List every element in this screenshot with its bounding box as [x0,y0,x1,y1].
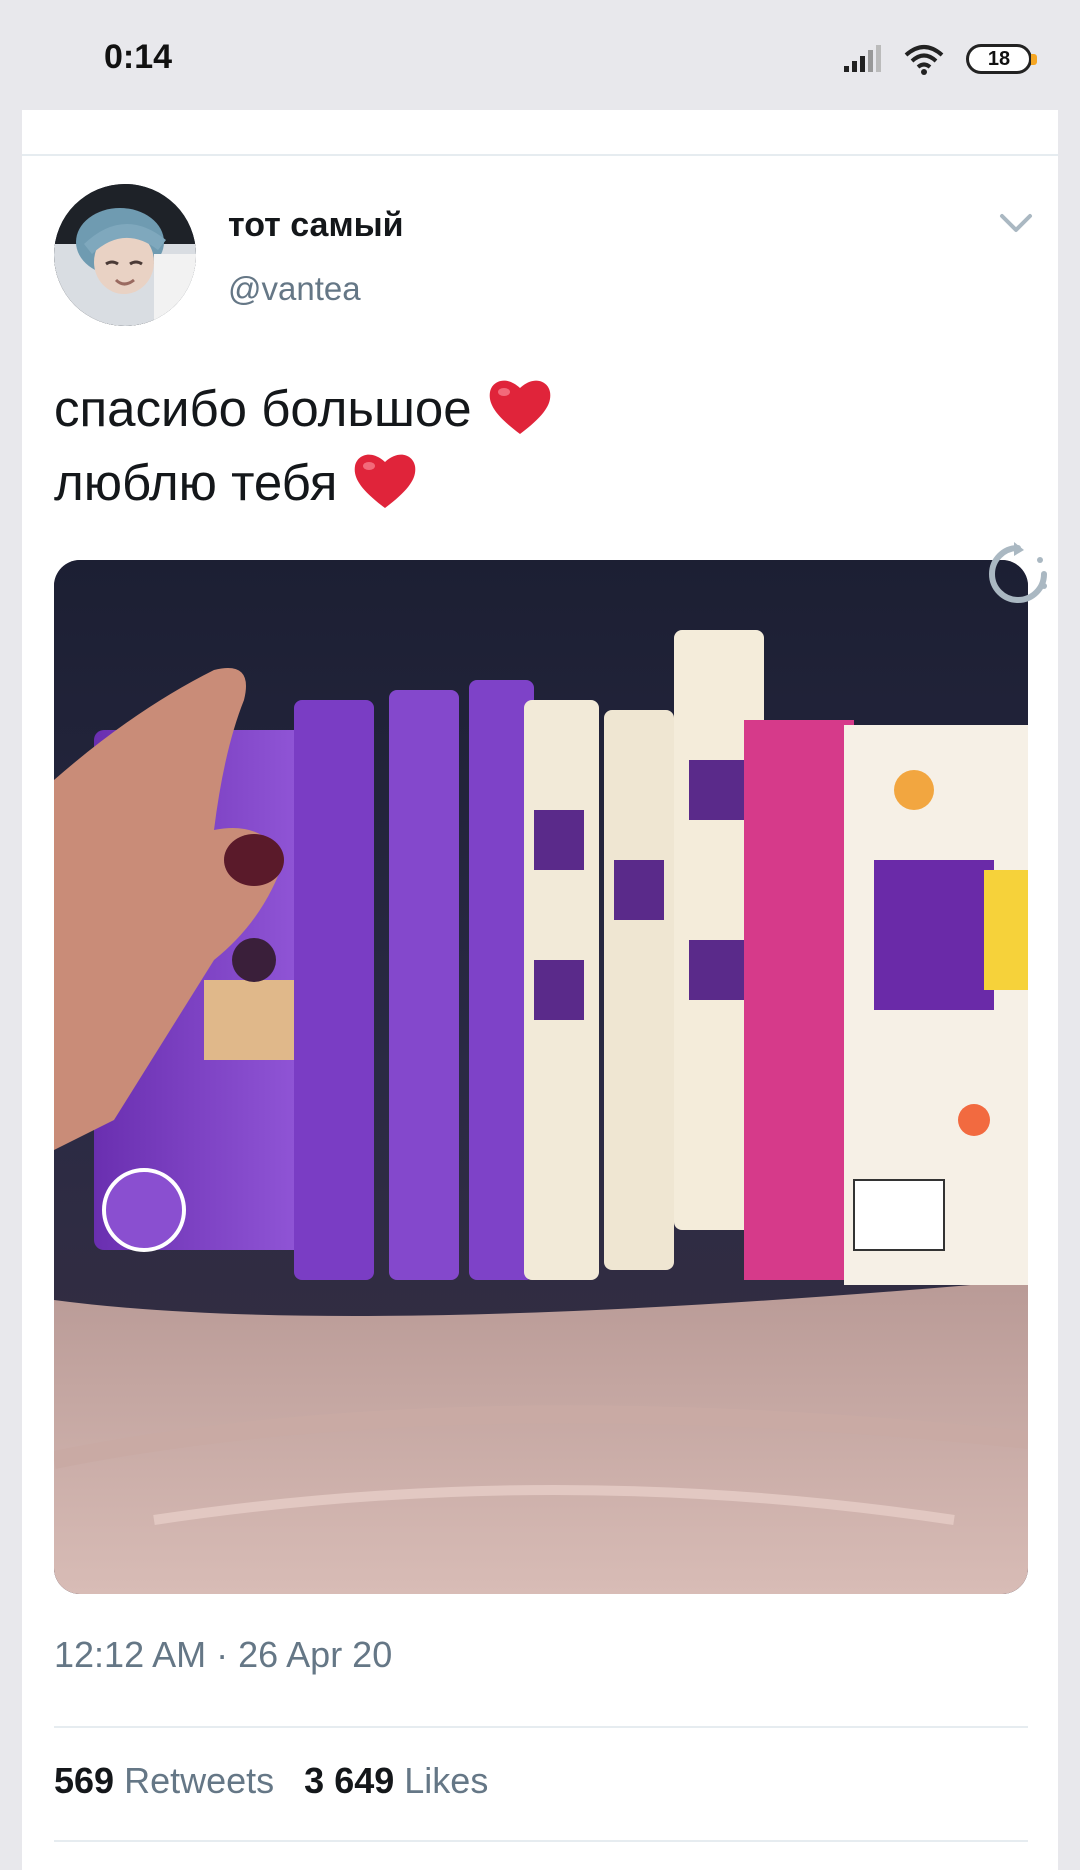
chocolate-bars-photo [54,560,1028,1594]
divider [54,1726,1028,1728]
signal-icon [844,45,881,72]
tweet-line-2: люблю тебя [54,454,338,511]
loading-spinner-icon [989,542,1047,603]
tweet-line-1: спасибо большое [54,380,472,437]
status-icons: 18 [842,42,1037,76]
tweet-stats: 569 Retweets 3 649 Likes [54,1760,488,1802]
likes-stat[interactable]: 3 649 Likes [304,1760,488,1801]
status-bar: 0:14 18 [0,0,1080,110]
heart-emoji-icon [489,380,550,434]
tweet-line: спасибо большое [54,372,1014,446]
avatar-image [54,184,196,326]
tweet-line: люблю тебя [54,446,1014,520]
wifi-icon [904,45,944,75]
status-time: 0:14 [104,38,173,76]
battery-icon: 18 [966,44,1037,74]
tweet-timestamp: 12:12 AM · 26 Apr 20 [54,1634,393,1675]
divider [22,154,1058,156]
likes-count: 3 649 [304,1760,395,1801]
retweets-stat[interactable]: 569 Retweets [54,1760,274,1801]
battery-level: 18 [987,47,1011,70]
chevron-down-icon[interactable] [998,210,1034,236]
tweet-text: спасибо большое люблю тебя [54,372,1014,520]
user-handle[interactable]: @vantea [228,270,361,308]
avatar[interactable] [54,184,196,326]
heart-emoji-icon [355,454,416,508]
likes-label: Likes [404,1760,489,1801]
retweets-label: Retweets [124,1760,275,1801]
retweets-count: 569 [54,1760,115,1801]
tweet-photo[interactable] [54,560,1028,1594]
divider [54,1840,1028,1842]
tweet-card: тот самый @vantea спасибо большое люблю … [22,110,1058,1870]
display-name[interactable]: тот самый [228,206,404,245]
